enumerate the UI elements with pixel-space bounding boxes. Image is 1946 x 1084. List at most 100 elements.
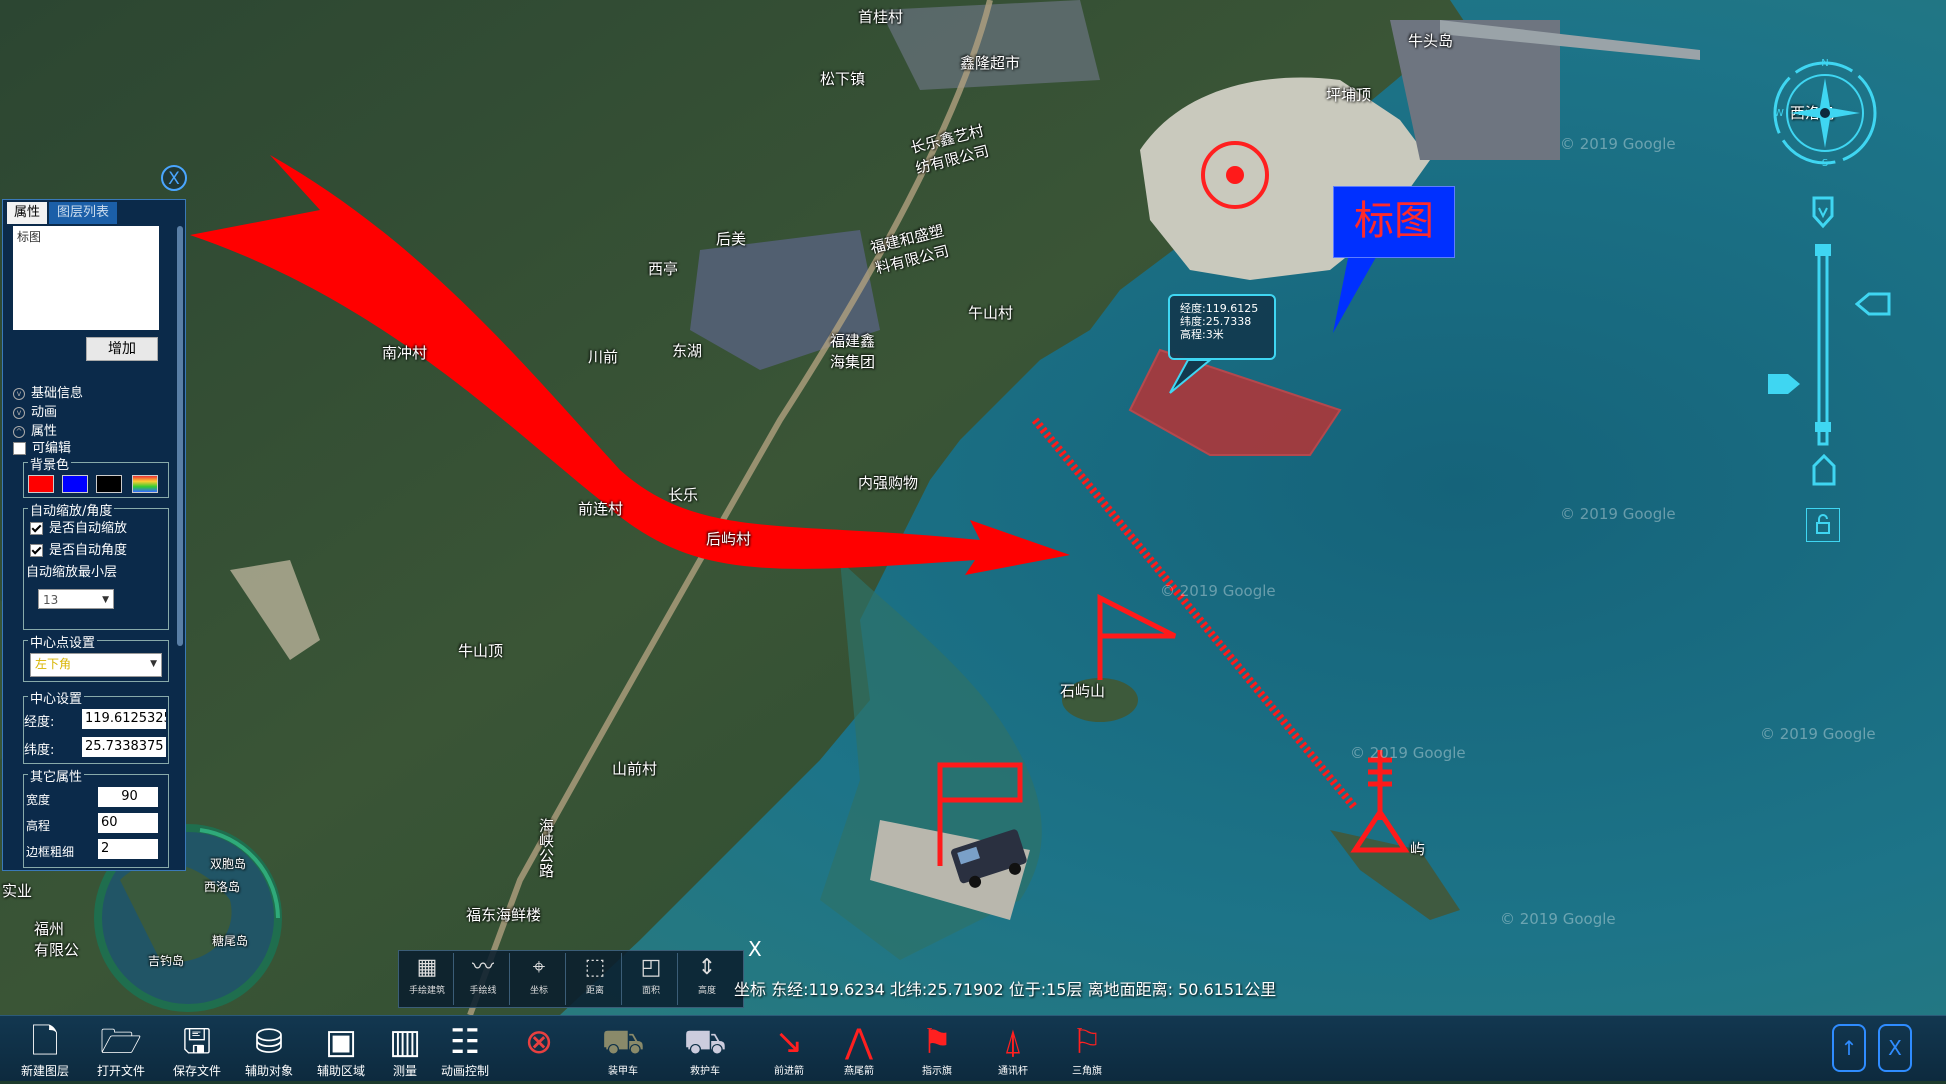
tab-properties[interactable]: 属性 [7,202,47,224]
map-label: 实业 [2,882,33,900]
map-label: 南冲村 [382,344,428,362]
width-field[interactable]: 90 [98,787,158,807]
border-label: 边框粗细 [26,845,75,859]
freehand-line-button[interactable]: 〰手绘线 [457,953,510,1005]
rotate-left-icon[interactable] [1766,372,1802,396]
bg-color-group: 背景色 [23,454,169,498]
panel-tabs: 属性 图层列表 [3,200,121,224]
area-button[interactable]: ◰ 面积 [625,953,678,1005]
triangle-flag-symbol[interactable]: ⚐ 三角旗 [1054,1020,1120,1081]
armored-vehicle-symbol[interactable]: ⛟ 装甲车 [590,1020,656,1081]
swatch-black[interactable] [96,475,122,493]
longitude-field[interactable]: 119.6125325 [82,709,166,729]
map-label: 长乐 [668,486,699,504]
swatch-red[interactable] [28,475,54,493]
distance-button[interactable]: ⬚ 距离 [569,953,622,1005]
zoom-slider[interactable] [1810,242,1836,448]
measure-button[interactable]: ▥ 测量 [372,1020,438,1081]
border-field[interactable]: 2 [98,839,158,859]
save-icon: 🖫 [182,1022,212,1062]
height-field[interactable]: 60 [98,813,158,833]
coordinate-icon: ⌖ [532,955,546,980]
tool-label: 前进箭 [774,1066,804,1077]
tool-label: 燕尾箭 [844,1066,874,1077]
section-basic-info[interactable]: v 基础信息 [13,382,83,401]
expand-icon: v [13,406,25,419]
tool-label: 保存文件 [172,1064,221,1078]
building-draw-button[interactable]: ▦ 手绘建筑 [401,953,454,1005]
helper-object-icon: ⛁ [254,1022,284,1062]
group-title: 其它属性 [28,766,85,785]
map-label: 石屿山 [1060,682,1106,700]
auto-zoom-checkbox[interactable]: 是否自动缩放 [30,517,127,536]
latitude-label: 纬度: [24,743,55,758]
armored-vehicle-icon: ⛟ [601,1022,645,1062]
properties-panel: 属性 图层列表 标图 增加 v 基础信息 v 动画 ^ 属性 可编辑 背景色 自动缩放… [2,199,186,871]
rotate-right-icon[interactable] [1854,292,1891,316]
info-altitude: 高程:3米 [1180,328,1224,341]
coordinate-button[interactable]: ⌖ 坐标 [513,953,566,1005]
svg-text:N: N [1821,58,1828,69]
tool-label: 辅助区域 [316,1064,365,1078]
swatch-custom[interactable] [132,475,158,493]
swallowtail-arrow-symbol[interactable]: ⋀ 燕尾箭 [826,1020,892,1081]
building-draw-icon: ▦ [416,955,438,980]
tilt-down-icon[interactable] [1812,453,1836,486]
animation-control-button[interactable]: ☷ 动画控制 [432,1020,498,1081]
map-label: 牛头岛 [1408,32,1454,50]
map-watermark: © 2019 Google [1160,582,1276,600]
forward-arrow-symbol[interactable]: ↘ 前进箭 [756,1020,822,1081]
add-button[interactable]: 增加 [86,337,158,361]
tool-label: 高度 [697,986,716,996]
annotation-textarea[interactable]: 标图 [13,226,159,330]
checkbox[interactable] [30,544,43,557]
lock-icon[interactable] [1806,508,1840,542]
save-file-button[interactable]: 🖫 保存文件 [164,1020,230,1081]
flag-symbol[interactable]: ⚑ 指示旗 [904,1020,970,1081]
delete-button[interactable]: ⊗ [506,1020,572,1081]
draw-toolbar-close-button[interactable]: X [748,937,762,961]
open-file-button[interactable]: 🗁 打开文件 [88,1020,154,1081]
callout-label[interactable]: 标图 [1333,186,1455,258]
tab-layer-list[interactable]: 图层列表 [49,202,117,224]
tool-label: 装甲车 [608,1066,638,1077]
helper-object-button[interactable]: ⛁ 辅助对象 [236,1020,302,1081]
tool-label: 打开文件 [96,1064,145,1078]
map-watermark: © 2019 Google [1560,505,1676,523]
scroll-up-button[interactable]: ↑ [1832,1024,1866,1072]
ambulance-icon: ⛟ [683,1022,727,1062]
section-label: 基础信息 [31,386,84,401]
tilt-up-icon[interactable] [1810,196,1836,230]
new-layer-button[interactable]: 🗋 新建图层 [12,1020,78,1081]
checkbox[interactable] [30,522,43,535]
checkbox[interactable] [13,442,26,455]
map-watermark: © 2019 Google [1500,910,1616,928]
auto-angle-checkbox[interactable]: 是否自动角度 [30,539,127,558]
delete-icon: ⊗ [524,1022,554,1062]
map-label: 坪埔顶 [1326,86,1372,104]
section-animation[interactable]: v 动画 [13,401,57,420]
new-layer-icon: 🗋 [31,1022,59,1062]
comm-pole-symbol[interactable]: ⍋ 通讯杆 [980,1020,1046,1081]
panel-scrollbar[interactable] [177,226,183,646]
center-point-select[interactable]: 左下角 ▼ [30,653,162,677]
overview-label: 糖尾岛 [212,934,249,948]
ambulance-symbol[interactable]: ⛟ 救护车 [672,1020,738,1081]
forward-arrow-icon: ↘ [774,1022,804,1062]
latitude-field[interactable]: 25.7338375 [82,737,166,757]
min-zoom-select[interactable]: 13 ▼ [38,589,114,609]
tool-label: 通讯杆 [998,1066,1028,1077]
svg-text:S: S [1822,158,1828,168]
helper-area-button[interactable]: ▣ 辅助区域 [308,1020,374,1081]
swatch-blue[interactable] [62,475,88,493]
height-button[interactable]: ⇕ 高度 [681,953,733,1005]
select-value: 左下角 [35,657,72,671]
toolbar-close-button[interactable]: X [1878,1024,1912,1072]
map-label: 山前村 [612,760,658,778]
tool-label: 三角旗 [1072,1066,1102,1077]
checkbox-label: 是否自动角度 [49,543,128,558]
compass-icon[interactable]: N S W [1770,58,1880,169]
panel-close-button[interactable]: X [161,165,187,191]
collapse-icon: ^ [13,425,25,438]
map-label: 海峡公路 [537,818,555,878]
